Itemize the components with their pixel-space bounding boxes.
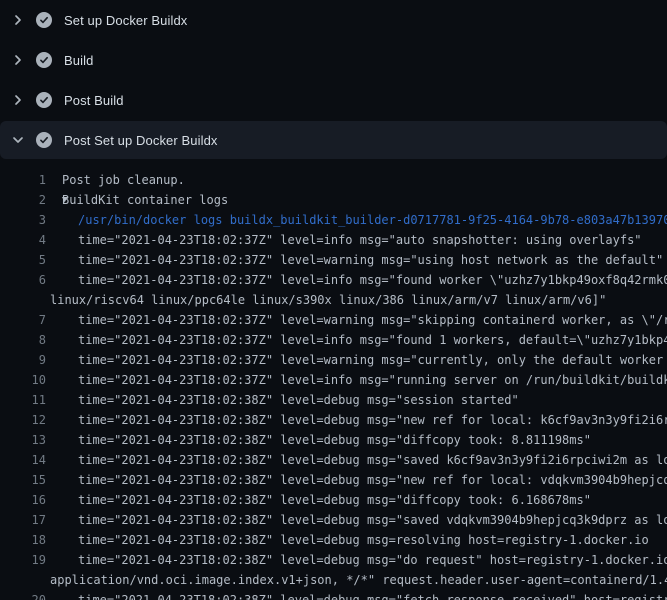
log-line-number[interactable]: 2 [0,190,46,210]
log-line: 14time="2021-04-23T18:02:38Z" level=debu… [0,450,667,470]
log-line-number[interactable]: 1 [0,170,46,190]
log-line-text: /usr/bin/docker logs buildx_buildkit_bui… [46,210,667,230]
log-line-number[interactable]: 5 [0,250,46,270]
log-line-number[interactable]: 4 [0,230,46,250]
log-line: 19time="2021-04-23T18:02:38Z" level=debu… [0,550,667,570]
log-line: 4time="2021-04-23T18:02:37Z" level=info … [0,230,667,250]
chevron-right-icon [10,92,26,108]
log-line-number[interactable]: 11 [0,390,46,410]
log-line-number[interactable]: 13 [0,430,46,450]
log-line-number [0,290,46,310]
actions-log-viewer: Set up Docker Buildx Build Post Build Post … [0,0,667,600]
log-line-text: time="2021-04-23T18:02:38Z" level=debug … [46,470,667,490]
check-circle-icon [36,92,52,108]
steps-list: Set up Docker Buildx Build Post Build Post … [0,0,667,159]
step-label: Post Set up Docker Buildx [64,133,218,148]
log-line: 1Post job cleanup. [0,170,667,190]
step-row-post-build[interactable]: Post Build [0,80,667,120]
log-line: 11time="2021-04-23T18:02:38Z" level=debu… [0,390,667,410]
log-line-text: time="2021-04-23T18:02:37Z" level=info m… [46,330,667,350]
chevron-down-icon [10,132,26,148]
log-line-text: time="2021-04-23T18:02:37Z" level=info m… [46,230,642,250]
step-row-set-up-docker-buildx[interactable]: Set up Docker Buildx [0,0,667,40]
step-row-build[interactable]: Build [0,40,667,80]
log-line-number[interactable]: 7 [0,310,46,330]
step-label: Build [64,53,93,68]
log-line-text: time="2021-04-23T18:02:38Z" level=debug … [46,590,667,600]
log-line-text: time="2021-04-23T18:02:37Z" level=warnin… [46,310,667,330]
log-line-number[interactable]: 9 [0,350,46,370]
check-circle-icon [36,132,52,148]
log-line: 5time="2021-04-23T18:02:37Z" level=warni… [0,250,667,270]
log-line-text: time="2021-04-23T18:02:38Z" level=debug … [46,490,591,510]
log-line-number[interactable]: 6 [0,270,46,290]
log-line-text: time="2021-04-23T18:02:38Z" level=debug … [46,530,649,550]
log-line-number[interactable]: 17 [0,510,46,530]
log-line-text: time="2021-04-23T18:02:38Z" level=debug … [46,550,667,570]
log-line-text: time="2021-04-23T18:02:37Z" level=info m… [46,270,667,290]
log-line: 17time="2021-04-23T18:02:38Z" level=debu… [0,510,667,530]
log-line: 2▼BuildKit container logs [0,190,667,210]
log-line: 8time="2021-04-23T18:02:37Z" level=info … [0,330,667,350]
log-line: 20time="2021-04-23T18:02:38Z" level=debu… [0,590,667,600]
log-line: 16time="2021-04-23T18:02:38Z" level=debu… [0,490,667,510]
step-label: Post Build [64,93,124,108]
log-line: 18time="2021-04-23T18:02:38Z" level=debu… [0,530,667,550]
log-line-text: time="2021-04-23T18:02:37Z" level=warnin… [46,250,663,270]
log-line: 9time="2021-04-23T18:02:37Z" level=warni… [0,350,667,370]
log-line-number[interactable]: 8 [0,330,46,350]
log-line: 12time="2021-04-23T18:02:38Z" level=debu… [0,410,667,430]
log-line-continuation: application/vnd.oci.image.index.v1+json,… [0,570,667,590]
check-circle-icon [36,52,52,68]
log-line-text: BuildKit container logs [62,190,228,210]
log-line: 6time="2021-04-23T18:02:37Z" level=info … [0,270,667,290]
log-line-text: application/vnd.oci.image.index.v1+json,… [46,570,667,590]
log-line-number[interactable]: 12 [0,410,46,430]
log-line-text: Post job cleanup. [46,170,185,190]
log-line-text: time="2021-04-23T18:02:38Z" level=debug … [46,450,667,470]
log-line-number [0,570,46,590]
step-label: Set up Docker Buildx [64,13,187,28]
log-line-text: time="2021-04-23T18:02:38Z" level=debug … [46,510,667,530]
log-line: 13time="2021-04-23T18:02:38Z" level=debu… [0,430,667,450]
chevron-right-icon [10,52,26,68]
log-line-number[interactable]: 15 [0,470,46,490]
log-line-text: time="2021-04-23T18:02:37Z" level=info m… [46,370,667,390]
log-line: 15time="2021-04-23T18:02:38Z" level=debu… [0,470,667,490]
log-line-number[interactable]: 14 [0,450,46,470]
log-line-text: linux/riscv64 linux/ppc64le linux/s390x … [46,290,606,310]
step-row-post-set-up-docker-buildx[interactable]: Post Set up Docker Buildx [0,121,667,159]
log-line: 10time="2021-04-23T18:02:37Z" level=info… [0,370,667,390]
log-line-continuation: linux/riscv64 linux/ppc64le linux/s390x … [0,290,667,310]
chevron-right-icon [10,12,26,28]
log-line-number[interactable]: 18 [0,530,46,550]
log-line-text: time="2021-04-23T18:02:38Z" level=debug … [46,430,591,450]
log-line-command: 3/usr/bin/docker logs buildx_buildkit_bu… [0,210,667,230]
log-line-number[interactable]: 3 [0,210,46,230]
log-line: 7time="2021-04-23T18:02:37Z" level=warni… [0,310,667,330]
log-line-number[interactable]: 20 [0,590,46,600]
log-line-number[interactable]: 10 [0,370,46,390]
check-circle-icon [36,12,52,28]
log-area: 1Post job cleanup.2▼BuildKit container l… [0,160,667,600]
log-line-number[interactable]: 19 [0,550,46,570]
log-group-toggle-expanded-icon[interactable]: ▼ [46,190,62,210]
log-line-number[interactable]: 16 [0,490,46,510]
log-line-text: time="2021-04-23T18:02:37Z" level=warnin… [46,350,667,370]
log-line-text: time="2021-04-23T18:02:38Z" level=debug … [46,410,667,430]
log-line-text: time="2021-04-23T18:02:38Z" level=debug … [46,390,519,410]
